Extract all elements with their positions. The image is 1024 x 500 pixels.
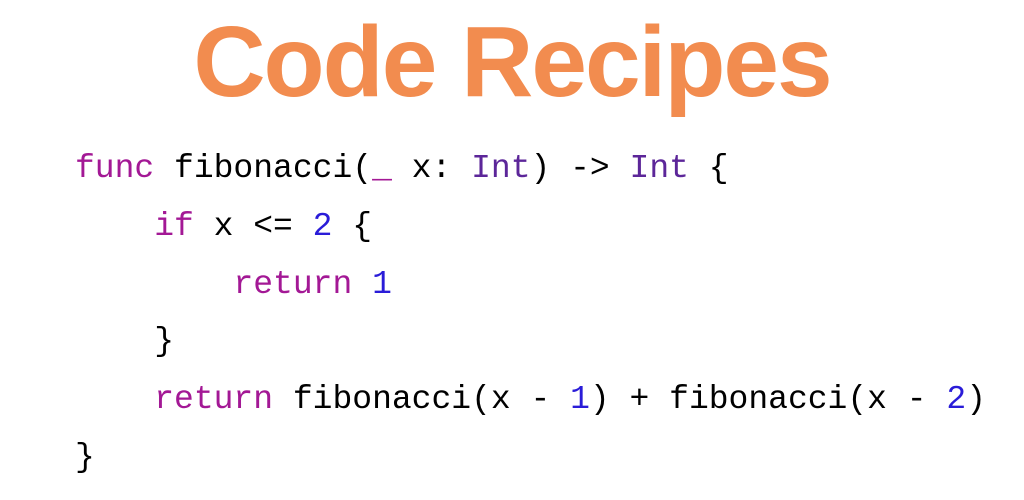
code-text: {: [689, 150, 729, 187]
code-text: {: [332, 208, 372, 245]
type-int: Int: [630, 150, 689, 187]
code-indent: [75, 381, 154, 418]
code-text: [352, 266, 372, 303]
code-block: func fibonacci(_ x: Int) -> Int { if x <…: [0, 140, 1024, 487]
code-text: fibonacci(: [154, 150, 372, 187]
page-title: Code Recipes: [0, 5, 1024, 120]
code-text: x:: [392, 150, 471, 187]
code-line-5: return fibonacci(x - 1) + fibonacci(x - …: [75, 381, 986, 418]
number-literal: 1: [372, 266, 392, 303]
number-literal: 2: [946, 381, 966, 418]
code-line-3: return 1: [75, 266, 392, 303]
number-literal: 2: [313, 208, 333, 245]
code-text: }: [154, 323, 174, 360]
code-line-6: }: [75, 439, 95, 476]
code-text: }: [75, 439, 95, 476]
code-text: x <=: [194, 208, 313, 245]
code-text: ): [966, 381, 986, 418]
code-line-1: func fibonacci(_ x: Int) -> Int {: [75, 150, 729, 187]
code-text: ) + fibonacci(x -: [590, 381, 946, 418]
code-line-4: }: [75, 323, 174, 360]
code-indent: [75, 323, 154, 360]
code-text: ) ->: [531, 150, 630, 187]
code-text: fibonacci(x -: [273, 381, 570, 418]
keyword-return: return: [154, 381, 273, 418]
keyword-return: return: [233, 266, 352, 303]
keyword-underscore: _: [372, 150, 392, 187]
code-line-2: if x <= 2 {: [75, 208, 372, 245]
keyword-if: if: [154, 208, 194, 245]
type-int: Int: [471, 150, 530, 187]
keyword-func: func: [75, 150, 154, 187]
code-indent: [75, 208, 154, 245]
code-indent: [75, 266, 233, 303]
number-literal: 1: [570, 381, 590, 418]
